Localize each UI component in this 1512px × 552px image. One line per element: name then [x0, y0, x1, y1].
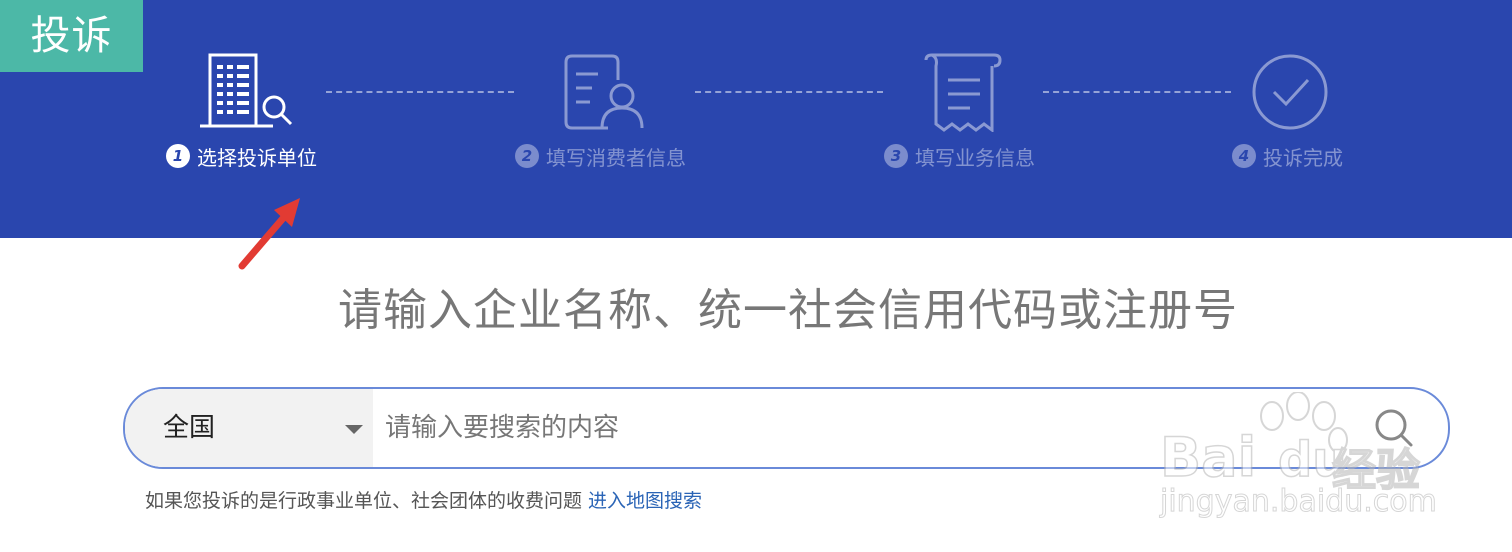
page-title: 请输入企业名称、统一社会信用代码或注册号	[338, 285, 1238, 336]
step-4: 4 投诉完成	[1232, 141, 1343, 171]
step-4-number: 4	[1232, 144, 1256, 168]
region-value: 全国	[163, 413, 216, 443]
complaint-badge: 投诉	[0, 0, 143, 72]
chevron-down-icon	[345, 425, 363, 434]
region-select[interactable]: 全国	[125, 389, 373, 467]
watermark-brand: Bai	[1159, 425, 1257, 490]
step-3: 3 填写业务信息	[884, 141, 1035, 171]
step-1[interactable]: 1 选择投诉单位	[166, 141, 317, 171]
step-3-number: 3	[884, 144, 908, 168]
step-connector-1	[326, 91, 514, 93]
receipt-icon	[922, 52, 1006, 132]
step-1-label: 选择投诉单位	[197, 145, 317, 170]
hint-line: 如果您投诉的是行政事业单位、社会团体的收费问题 进入地图搜索	[145, 486, 702, 513]
step-connector-2	[695, 91, 883, 93]
step-1-number: 1	[166, 144, 190, 168]
step-2-number: 2	[515, 144, 539, 168]
building-search-icon	[197, 52, 297, 132]
step-2-label: 填写消费者信息	[546, 145, 686, 170]
step-4-label: 投诉完成	[1263, 145, 1343, 170]
check-circle-icon	[1250, 52, 1330, 132]
watermark-url: jingyan.baidu.com	[1160, 484, 1438, 520]
map-search-link[interactable]: 进入地图搜索	[588, 490, 702, 512]
annotation-arrow-icon	[230, 192, 310, 276]
hint-text: 如果您投诉的是行政事业单位、社会团体的收费问题	[145, 490, 583, 512]
step-3-label: 填写业务信息	[915, 145, 1035, 170]
person-card-icon	[562, 52, 652, 132]
step-2: 2 填写消费者信息	[515, 141, 686, 171]
step-connector-3	[1043, 91, 1231, 93]
